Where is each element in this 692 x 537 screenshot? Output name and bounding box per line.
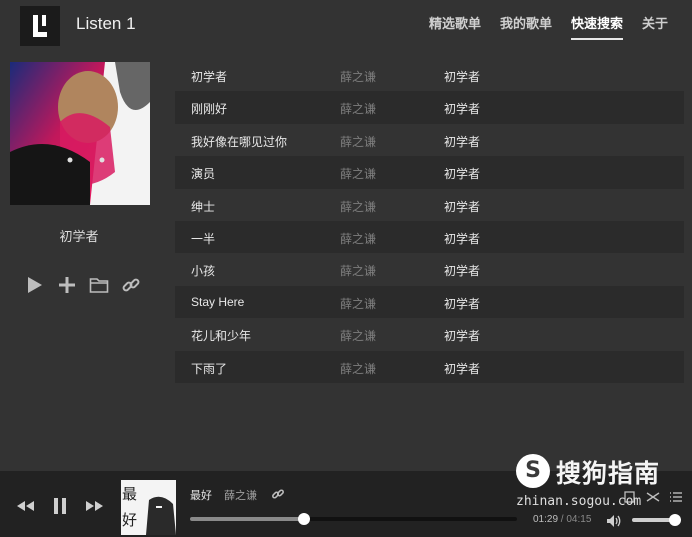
nav-my-playlists[interactable]: 我的歌单 [500, 13, 552, 40]
watermark-brand: 搜狗指南 [556, 459, 661, 488]
progress-bar[interactable] [190, 513, 517, 525]
song-album[interactable]: 初学者 [444, 327, 480, 344]
song-title[interactable]: 下雨了 [191, 360, 227, 377]
add-icon[interactable] [57, 275, 77, 295]
watermark-url: zhinan.sogou.com [516, 494, 642, 509]
nav-about[interactable]: 关于 [642, 13, 668, 40]
volume-slider[interactable] [632, 514, 682, 526]
song-title[interactable]: 刚刚好 [191, 100, 227, 117]
previous-track-icon[interactable] [14, 498, 38, 514]
watermark-logo-icon: S [516, 454, 550, 488]
next-track-icon[interactable] [83, 498, 107, 514]
song-title[interactable]: 我好像在哪见过你 [191, 133, 287, 150]
song-row[interactable]: 花儿和少年 薛之谦 初学者 [175, 318, 684, 350]
song-row[interactable]: 下雨了 薛之谦 初学者 [175, 350, 684, 383]
app-logo[interactable] [20, 6, 60, 46]
song-album[interactable]: 初学者 [444, 100, 480, 117]
song-row[interactable]: 我好像在哪见过你 薛之谦 初学者 [175, 124, 684, 156]
link-icon[interactable] [121, 275, 141, 295]
playlist-name: 初学者 [59, 230, 99, 245]
song-artist[interactable]: 薛之谦 [340, 133, 376, 150]
song-album[interactable]: 初学者 [444, 360, 480, 377]
folder-icon[interactable] [89, 275, 109, 295]
song-title[interactable]: 演员 [191, 165, 215, 182]
progress-handle[interactable] [298, 513, 311, 525]
song-album[interactable]: 初学者 [444, 230, 480, 247]
song-album[interactable]: 初学者 [444, 165, 480, 182]
now-playing-artist[interactable]: 薛之谦 [224, 487, 257, 503]
playlist-actions [25, 275, 141, 295]
pause-icon[interactable] [49, 498, 73, 514]
app-title: Listen 1 [76, 14, 136, 33]
song-title[interactable]: Stay Here [191, 295, 244, 309]
song-list: 初学者 薛之谦 初学者 刚刚好 薛之谦 初学者 我好像在哪见过你 薛之谦 初学者… [175, 59, 684, 383]
progress-fill [190, 517, 305, 521]
song-album[interactable]: 初学者 [444, 295, 480, 312]
song-album[interactable]: 初学者 [444, 198, 480, 215]
song-artist[interactable]: 薛之谦 [340, 100, 376, 117]
top-nav: 精选歌单 我的歌单 快速搜索 关于 [429, 13, 668, 40]
song-artist[interactable]: 薛之谦 [340, 230, 376, 247]
play-all-icon[interactable] [25, 275, 45, 295]
song-row[interactable]: 演员 薛之谦 初学者 [175, 156, 684, 189]
song-album[interactable]: 初学者 [444, 68, 480, 85]
song-title[interactable]: 绅士 [191, 198, 215, 215]
song-artist[interactable]: 薛之谦 [340, 360, 376, 377]
song-row[interactable]: 初学者 薛之谦 初学者 [175, 59, 684, 91]
song-artist[interactable]: 薛之谦 [340, 68, 376, 85]
song-row[interactable]: Stay Here 薛之谦 初学者 [175, 285, 684, 319]
song-artist[interactable]: 薛之谦 [340, 262, 376, 279]
song-title[interactable]: 初学者 [191, 68, 227, 85]
song-artist[interactable]: 薛之谦 [340, 165, 376, 182]
nav-quick-search[interactable]: 快速搜索 [570, 13, 623, 40]
nav-featured-playlists[interactable]: 精选歌单 [429, 13, 481, 40]
song-artist[interactable]: 薛之谦 [340, 327, 376, 344]
now-playing-title[interactable]: 最好 [190, 487, 212, 503]
song-row[interactable]: 小孩 薛之谦 初学者 [175, 253, 684, 285]
song-title[interactable]: 花儿和少年 [191, 327, 251, 344]
song-link-icon[interactable] [271, 486, 285, 500]
watermark: S 搜狗指南 zhinan.sogou.com [516, 452, 686, 516]
now-playing-cover: 最 好 [121, 480, 176, 535]
header: Listen 1 精选歌单 我的歌单 快速搜索 关于 [0, 0, 692, 50]
song-row[interactable]: 一半 薛之谦 初学者 [175, 220, 684, 254]
song-artist[interactable]: 薛之谦 [340, 198, 376, 215]
song-row[interactable]: 绅士 薛之谦 初学者 [175, 189, 684, 221]
song-row[interactable]: 刚刚好 薛之谦 初学者 [175, 91, 684, 124]
song-album[interactable]: 初学者 [444, 133, 480, 150]
playlist-sidebar: 初学者 [0, 50, 165, 470]
song-title[interactable]: 小孩 [191, 262, 215, 279]
song-album[interactable]: 初学者 [444, 262, 480, 279]
now-playing-cover-text: 最 好 [122, 485, 138, 529]
song-artist[interactable]: 薛之谦 [340, 295, 376, 312]
playlist-cover [10, 62, 150, 205]
song-title[interactable]: 一半 [191, 230, 215, 247]
